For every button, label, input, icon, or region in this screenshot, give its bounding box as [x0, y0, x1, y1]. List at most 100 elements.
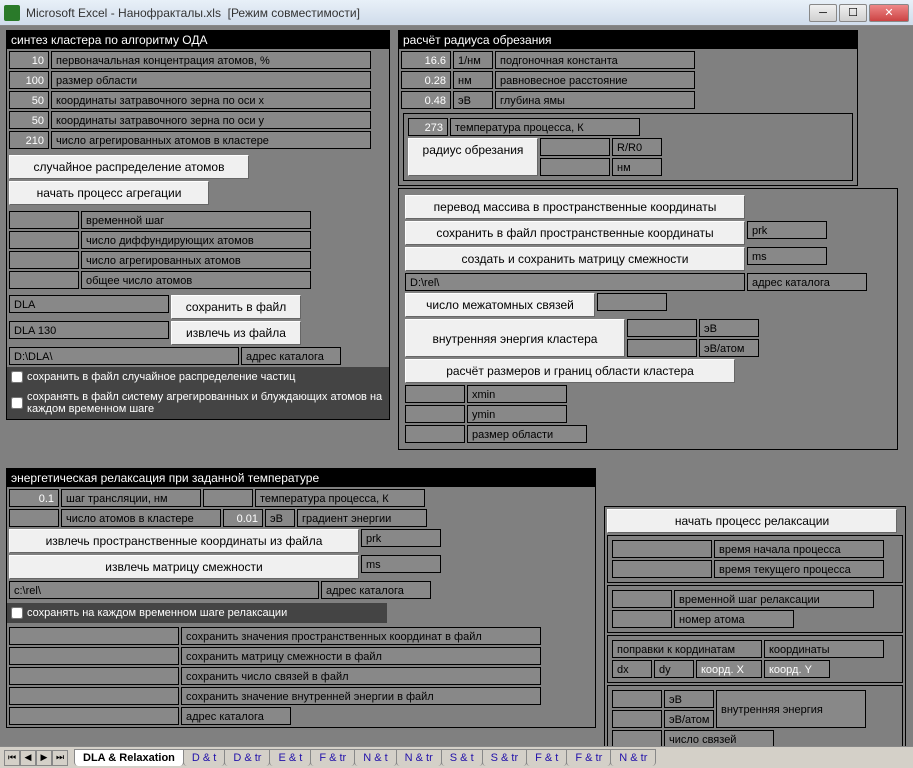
load-matrix-button[interactable]: извлечь матрицу смежности	[9, 555, 359, 579]
relax-path[interactable]: c:\rel\	[9, 581, 319, 599]
temp-value[interactable]: 273	[408, 118, 448, 136]
synth-value[interactable]: 10	[9, 51, 49, 69]
save-row-value[interactable]	[9, 687, 179, 705]
corrections-label: поправки к кординатам	[612, 640, 762, 658]
save-every-step-checkbox[interactable]: сохранять в файл систему агрегированных …	[7, 387, 389, 419]
stat-label: общее число атомов	[81, 271, 311, 289]
maximize-button[interactable]: ☐	[839, 4, 867, 22]
radius-value[interactable]: 16.6	[401, 51, 451, 69]
relax-path-label: адрес каталога	[321, 581, 431, 599]
sheet-tab[interactable]: N & tr	[396, 749, 442, 766]
dla130-field[interactable]: DLA 130	[9, 321, 169, 339]
tcur-val	[612, 560, 712, 578]
ymin-label: ymin	[467, 405, 567, 423]
sheet-tab[interactable]: F & tr	[310, 749, 355, 766]
synth-value[interactable]: 50	[9, 111, 49, 129]
window-title: Microsoft Excel - Нанофракталы.xls [Режи…	[26, 6, 809, 20]
ext-ms: ms	[747, 247, 827, 265]
ky-label: коорд. Y	[764, 660, 830, 678]
synth-label: координаты затравочного зерна по оси y	[51, 111, 371, 129]
load-coords-button[interactable]: извлечь пространственные координаты из ф…	[9, 529, 359, 553]
save-coords-button[interactable]: сохранить в файл пространственные коорди…	[405, 221, 745, 245]
synth-label: размер области	[51, 71, 371, 89]
sheet-tab[interactable]: N & tr	[610, 749, 656, 766]
synth-value[interactable]: 210	[9, 131, 49, 149]
start-aggregation-button[interactable]: начать процесс агрегации	[9, 181, 209, 205]
radius-label: глубина ямы	[495, 91, 695, 109]
stat-label: временной шаг	[81, 211, 311, 229]
ev-val2	[612, 690, 662, 708]
xmin-label: xmin	[467, 385, 567, 403]
save-row-label: сохранить значения пространственных коор…	[181, 627, 541, 645]
ev-label: эВ	[699, 319, 759, 337]
temp-val2[interactable]	[203, 489, 253, 507]
excel-icon	[4, 5, 20, 21]
save-to-file-button[interactable]: сохранить в файл	[171, 295, 301, 319]
coords-label: координаты	[764, 640, 884, 658]
sheet-tab[interactable]: F & t	[526, 749, 567, 766]
dla-field[interactable]: DLA	[9, 295, 169, 313]
evatom-label2: эВ/атом	[664, 710, 714, 728]
tab-nav-last[interactable]: ⏭	[52, 750, 68, 766]
sheet-tab[interactable]: N & t	[354, 749, 396, 766]
panel-synthesis-title: синтез кластера по алгоритму ОДА	[7, 31, 389, 49]
random-distribution-button[interactable]: случайное распределение атомов	[9, 155, 249, 179]
sheet-tab[interactable]: S & tr	[482, 749, 528, 766]
grad-val[interactable]: 0.01	[223, 509, 263, 527]
radius-button[interactable]: радиус обрезания	[408, 138, 538, 176]
convert-button[interactable]: перевод массива в пространственные коорд…	[405, 195, 745, 219]
inner-label: внутренняя энергия	[716, 690, 866, 728]
tab-nav-prev[interactable]: ◀	[20, 750, 36, 766]
synth-value[interactable]: 100	[9, 71, 49, 89]
load-from-file-button[interactable]: извлечь из файла	[171, 321, 301, 345]
panel-radius-title: расчёт радиуса обрезания	[399, 31, 857, 49]
save-row-label: сохранить значение внутренней энергии в …	[181, 687, 541, 705]
convert-path[interactable]: D:\rel\	[405, 273, 745, 291]
window-titlebar: Microsoft Excel - Нанофракталы.xls [Режи…	[0, 0, 913, 26]
save-row-value[interactable]	[9, 627, 179, 645]
sheet-tab-active[interactable]: DLA & Relaxation	[74, 749, 184, 766]
rr0-label: R/R0	[612, 138, 662, 156]
radius-value[interactable]: 0.48	[401, 91, 451, 109]
energy-button[interactable]: внутренняя энергия кластера	[405, 319, 625, 357]
save-matrix-button[interactable]: создать и сохранить матрицу смежности	[405, 247, 745, 271]
sheet-tab[interactable]: S & t	[441, 749, 483, 766]
bonds-value	[597, 293, 667, 311]
panel-relax-title: энергетическая релаксация при заданной т…	[7, 469, 595, 487]
tab-nav-first[interactable]: ⏮	[4, 750, 20, 766]
sheet-tab[interactable]: F & tr	[566, 749, 611, 766]
dla-path-field[interactable]: D:\DLA\	[9, 347, 239, 365]
step-val[interactable]: 0.1	[9, 489, 59, 507]
radius-label: равновесное расстояние	[495, 71, 695, 89]
tab-nav-next[interactable]: ▶	[36, 750, 52, 766]
dy-label: dy	[654, 660, 694, 678]
relstep-label: временной шаг релаксации	[674, 590, 874, 608]
radius-unit: 1/нм	[453, 51, 493, 69]
bonds-button[interactable]: число межатомных связей	[405, 293, 595, 317]
atoms-val[interactable]	[9, 509, 59, 527]
minimize-button[interactable]: ─	[809, 4, 837, 22]
ymin-val	[405, 405, 465, 423]
atoms-label: число атомов в кластере	[61, 509, 221, 527]
synth-value[interactable]: 50	[9, 91, 49, 109]
rr0-value	[540, 138, 610, 156]
save-row-label: сохранить матрицу смежности в файл	[181, 647, 541, 665]
tstart-label: время начала процесса	[714, 540, 884, 558]
temp-label: температура процесса, К	[450, 118, 640, 136]
sheet-tab[interactable]: E & t	[269, 749, 311, 766]
radius-value[interactable]: 0.28	[401, 71, 451, 89]
relax-path2[interactable]	[9, 707, 179, 725]
sheet-tab[interactable]: D & tr	[224, 749, 270, 766]
close-button[interactable]: ✕	[869, 4, 909, 22]
save-every-relax-step-checkbox[interactable]: сохранять на каждом временном шаге релак…	[7, 603, 387, 623]
sheet-tab[interactable]: D & t	[183, 749, 225, 766]
panel-synthesis: синтез кластера по алгоритму ОДА 10перво…	[6, 30, 390, 420]
save-row-value[interactable]	[9, 667, 179, 685]
save-random-checkbox[interactable]: сохранить в файл случайное распределение…	[7, 367, 389, 387]
atomnum-val	[612, 610, 672, 628]
bounds-button[interactable]: расчёт размеров и границ области кластер…	[405, 359, 735, 383]
synth-label: координаты затравочного зерна по оси x	[51, 91, 371, 109]
start-relax-button[interactable]: начать процесс релаксации	[607, 509, 897, 533]
save-row-value[interactable]	[9, 647, 179, 665]
evatom-value	[627, 339, 697, 357]
